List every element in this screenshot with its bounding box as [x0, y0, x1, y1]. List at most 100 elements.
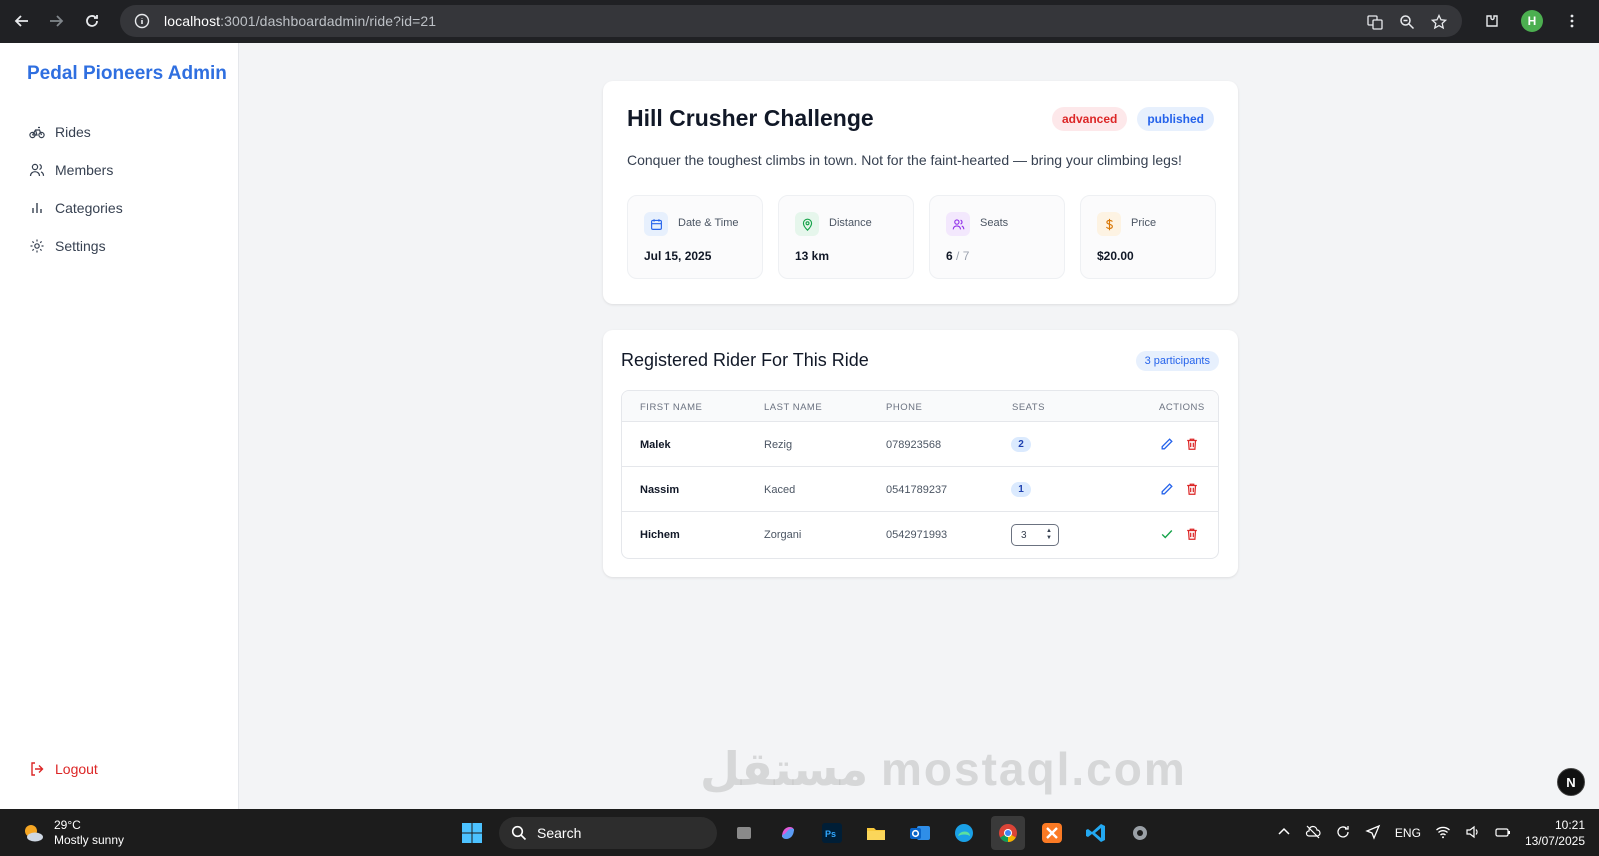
stat-value: Jul 15, 2025	[644, 249, 712, 263]
sidebar-item-label: Categories	[55, 200, 123, 216]
confirm-check-icon[interactable]	[1159, 526, 1175, 542]
ride-title: Hill Crusher Challenge	[627, 105, 874, 131]
first-name: Hichem	[640, 529, 680, 541]
location-icon[interactable]	[1365, 824, 1381, 843]
calendar-icon	[644, 212, 668, 236]
seats-badge: 1	[1011, 482, 1031, 497]
bar-chart-icon	[32, 203, 42, 213]
xampp-icon[interactable]	[1035, 816, 1069, 850]
sidebar-item-label: Settings	[55, 238, 106, 254]
extensions-icon[interactable]	[1477, 6, 1507, 36]
taskbar-search[interactable]: Search	[499, 817, 717, 849]
dev-tools-badge[interactable]: N	[1557, 768, 1585, 796]
watermark: مستقل mostaql.com	[700, 743, 1187, 795]
vscode-icon[interactable]	[1079, 816, 1113, 850]
last-name: Rezig	[764, 439, 793, 451]
spin-buttons[interactable]: ▲ ▼	[1046, 528, 1052, 542]
spin-up-icon[interactable]: ▲	[1046, 528, 1052, 535]
weather-widget[interactable]: 29°C Mostly sunny	[20, 818, 124, 848]
bookmark-star-icon[interactable]	[1428, 11, 1450, 33]
wifi-icon[interactable]	[1435, 824, 1451, 843]
battery-icon[interactable]	[1495, 824, 1511, 843]
stat-label: Price	[1131, 217, 1157, 229]
browser-toolbar: localhost:3001/dashboardadmin/ride?id=21…	[0, 0, 1599, 43]
ride-description: Conquer the toughest climbs in town. Not…	[627, 152, 1182, 168]
last-name: Kaced	[764, 484, 796, 496]
sidebar-item-label: Members	[55, 162, 114, 178]
file-explorer-icon[interactable]	[859, 816, 893, 850]
reload-icon[interactable]	[76, 5, 108, 37]
stat-seats: Seats 6 / 7	[929, 195, 1065, 279]
edge-icon[interactable]	[947, 816, 981, 850]
search-icon	[511, 825, 527, 841]
back-icon[interactable]	[6, 5, 38, 37]
column-header: SEATS	[1012, 402, 1045, 413]
system-tray: ENG 10:21 13/07/2025	[1277, 817, 1585, 849]
phone: 0542971993	[886, 529, 948, 541]
cloud-off-icon[interactable]	[1305, 824, 1321, 843]
chrome-icon[interactable]	[991, 816, 1025, 850]
language-indicator[interactable]: ENG	[1395, 826, 1421, 840]
brand-title[interactable]: Pedal Pioneers Admin	[27, 63, 227, 85]
gear-icon	[30, 239, 44, 253]
volume-icon[interactable]	[1465, 824, 1481, 843]
status-badge: published	[1137, 107, 1214, 131]
search-label: Search	[537, 825, 582, 841]
address-bar[interactable]: localhost:3001/dashboardadmin/ride?id=21	[120, 5, 1462, 37]
stat-price: Price $20.00	[1080, 195, 1216, 279]
delete-icon[interactable]	[1184, 436, 1200, 452]
edit-icon[interactable]	[1159, 481, 1175, 497]
sidebar-item-settings[interactable]: Settings	[29, 238, 106, 254]
map-pin-icon	[795, 212, 819, 236]
windows-start-icon[interactable]	[455, 816, 489, 850]
phone: 078923568	[886, 439, 942, 451]
last-name: Zorgani	[764, 529, 802, 541]
logout-label: Logout	[55, 761, 98, 777]
riders-title: Registered Rider For This Ride	[621, 350, 869, 370]
seats-stepper[interactable]: 3 ▲ ▼	[1011, 524, 1059, 546]
level-badge: advanced	[1051, 107, 1128, 131]
sidebar-item-members[interactable]: Members	[29, 162, 113, 178]
chevron-up-icon[interactable]	[1277, 825, 1291, 842]
task-view-icon[interactable]	[727, 816, 761, 850]
table-row: Malek Rezig 078923568 2	[622, 422, 1218, 467]
seats-taken: 6	[946, 249, 953, 263]
sidebar: Pedal Pioneers Admin Rides Members Categ…	[0, 43, 239, 809]
weather-temp: 29°C	[54, 818, 81, 832]
photoshop-icon[interactable]: Ps	[815, 816, 849, 850]
weather-sun-icon	[25, 825, 43, 842]
edit-icon[interactable]	[1159, 436, 1175, 452]
stat-label: Seats	[980, 217, 1009, 229]
seats-total: / 7	[952, 249, 970, 263]
seats-badge: 2	[1011, 437, 1031, 452]
delete-icon[interactable]	[1184, 481, 1200, 497]
stat-distance: Distance 13 km	[778, 195, 914, 279]
sidebar-item-categories[interactable]: Categories	[29, 200, 123, 216]
url-host: localhost	[164, 13, 221, 29]
weather-desc: Mostly sunny	[54, 833, 125, 847]
clock-date: 13/07/2025	[1524, 834, 1585, 848]
column-header: FIRST NAME	[640, 402, 703, 413]
outlook-icon[interactable]	[903, 816, 937, 850]
translate-icon[interactable]	[1364, 11, 1386, 33]
spin-down-icon[interactable]: ▼	[1046, 535, 1052, 542]
forward-icon[interactable]	[40, 5, 72, 37]
first-name: Nassim	[640, 484, 680, 496]
copilot-icon[interactable]	[771, 816, 805, 850]
zoom-icon[interactable]	[1396, 11, 1418, 33]
profile-avatar[interactable]: H	[1521, 10, 1543, 32]
more-menu-icon[interactable]	[1557, 6, 1587, 36]
sidebar-item-label: Rides	[55, 124, 91, 140]
settings-app-icon[interactable]	[1123, 816, 1157, 850]
first-name: Malek	[640, 439, 671, 451]
sidebar-item-rides[interactable]: Rides	[29, 124, 91, 140]
participants-badge: 3 participants	[1135, 351, 1219, 371]
logout-button[interactable]: Logout	[29, 761, 98, 777]
table-row: Hichem Zorgani 0542971993 3 ▲ ▼	[622, 512, 1218, 557]
delete-icon[interactable]	[1184, 526, 1200, 542]
site-info-icon[interactable]	[132, 11, 152, 31]
seats-input-value: 3	[1021, 529, 1027, 541]
clock[interactable]: 10:21 13/07/2025	[1525, 817, 1585, 849]
sync-icon[interactable]	[1335, 824, 1351, 843]
registered-riders-card: Registered Rider For This Ride 3 partici…	[603, 330, 1238, 577]
